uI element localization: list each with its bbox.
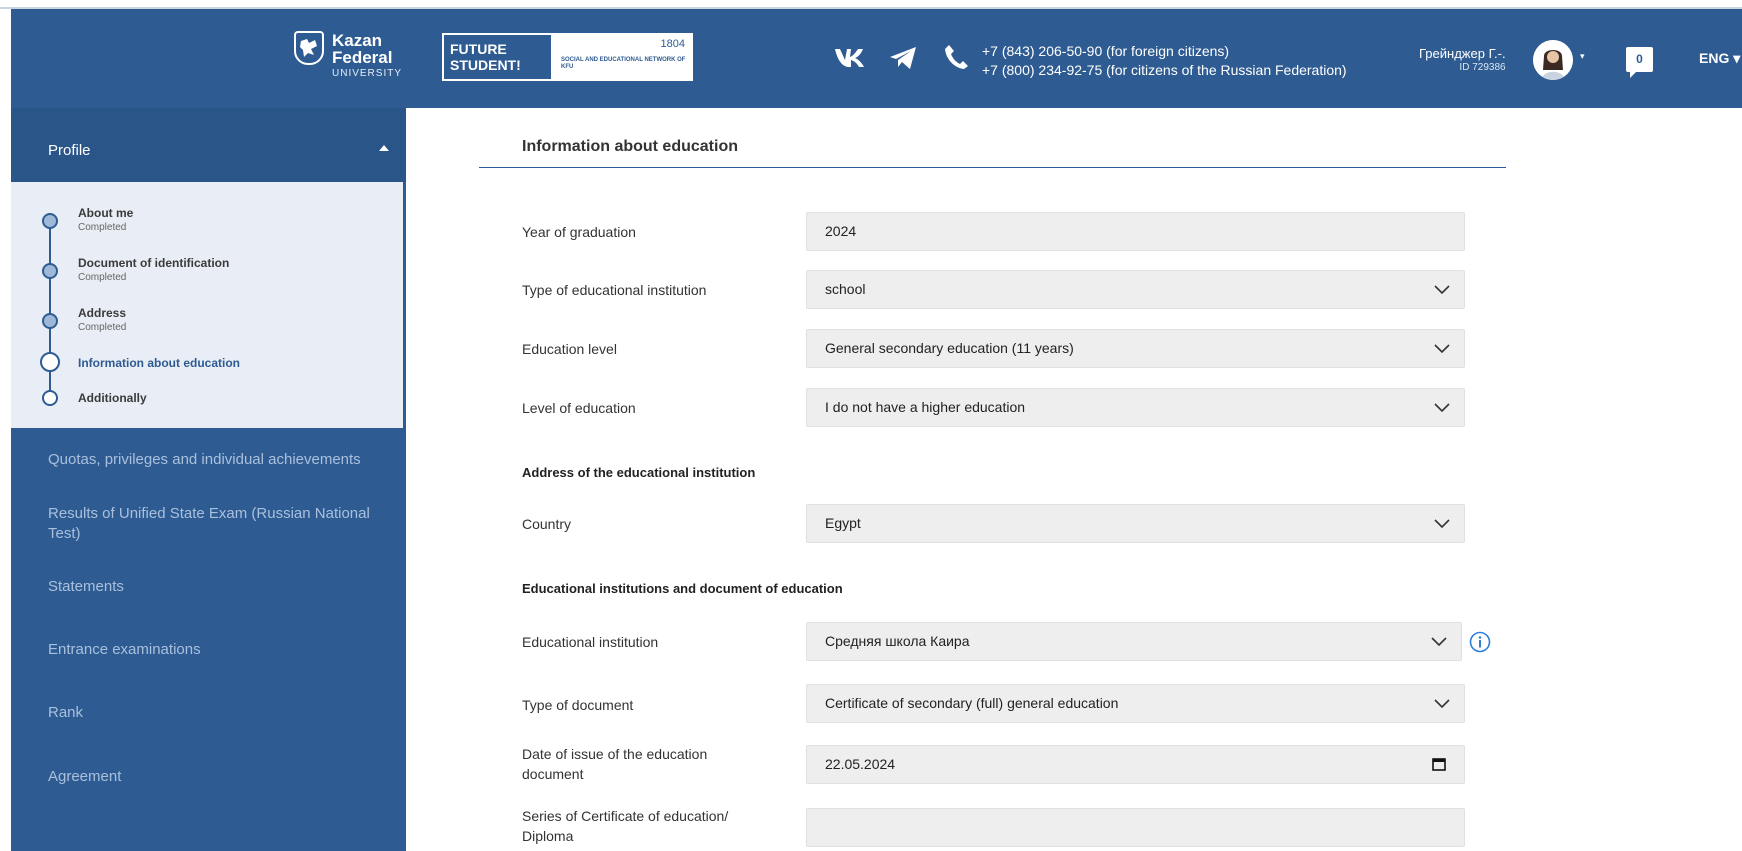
notifications-badge[interactable]: 0 xyxy=(1626,47,1653,78)
kfu-emblem-icon xyxy=(294,31,324,65)
field-value: Certificate of secondary (full) general … xyxy=(825,695,1119,711)
future-network-text: SOCIAL AND EDUCATIONAL NETWORK OF KFU xyxy=(561,57,686,70)
label-type-of-institution: Type of educational institution xyxy=(522,282,707,298)
field-value: Egypt xyxy=(825,515,861,531)
step-done-icon xyxy=(42,263,58,279)
type-of-institution-select[interactable]: school xyxy=(806,270,1465,309)
chevron-down-icon xyxy=(1434,344,1450,354)
chevron-down-icon xyxy=(1434,699,1450,709)
logo-text-university: UNIVERSITY xyxy=(332,68,403,79)
subhead-institutions: Educational institutions and document of… xyxy=(522,581,843,596)
step-pending-icon xyxy=(42,390,58,406)
field-value: I do not have a higher education xyxy=(825,399,1026,415)
step-done-icon xyxy=(42,313,58,329)
user-info[interactable]: Грейнджер Г.-. ID 729386 xyxy=(1419,46,1506,75)
telegram-icon[interactable] xyxy=(888,46,920,70)
phone-foreign[interactable]: +7 (843) 206-50-90 (for foreign citizens… xyxy=(982,42,1347,61)
chevron-down-icon xyxy=(1434,285,1450,295)
sidebar-item-profile[interactable]: Profile xyxy=(11,108,406,182)
future-line-2: STUDENT! xyxy=(450,57,521,73)
label-country: Country xyxy=(522,516,572,532)
sidebar-item-agreement[interactable]: Agreement xyxy=(48,767,388,787)
future-line-1: FUTURE xyxy=(450,41,507,57)
level-of-education-select[interactable]: I do not have a higher education xyxy=(806,388,1465,427)
field-value: Средняя школа Каира xyxy=(825,633,970,649)
left-gutter xyxy=(0,9,11,851)
vk-icon[interactable] xyxy=(834,46,866,70)
language-label: ENG xyxy=(1699,50,1730,66)
kfu-logo[interactable]: Kazan Federal UNIVERSITY xyxy=(294,23,404,81)
sidebar-item-quotas[interactable]: Quotas, privileges and individual achiev… xyxy=(48,450,388,470)
sidebar-item-rank[interactable]: Rank xyxy=(48,703,388,723)
step-status: Completed xyxy=(78,272,127,283)
step-done-icon xyxy=(42,213,58,229)
label-date-of-issue: Date of issue of the education document xyxy=(522,746,708,782)
future-student-banner[interactable]: FUTURE STUDENT! 1804 SOCIAL AND EDUCATION… xyxy=(442,33,693,81)
label-education-level: Education level xyxy=(522,341,617,357)
field-value: school xyxy=(825,281,866,297)
label-type-of-document: Type of document xyxy=(522,697,634,713)
chevron-down-icon xyxy=(1434,403,1450,413)
contact-phones: +7 (843) 206-50-90 (for foreign citizens… xyxy=(982,42,1347,80)
step-title: Information about education xyxy=(78,356,240,370)
logo-text-federal: Federal xyxy=(332,48,393,67)
profile-steps: About me Completed Document of identific… xyxy=(11,182,403,428)
user-menu-caret-icon[interactable]: ▾ xyxy=(1580,52,1585,62)
step-status: Completed xyxy=(78,222,127,233)
phone-icon[interactable] xyxy=(944,44,976,69)
title-divider xyxy=(479,167,1506,168)
field-value: 22.05.2024 xyxy=(825,756,896,772)
logo-text-kazan: Kazan xyxy=(332,31,383,50)
page-title: Information about education xyxy=(522,138,738,155)
main-content: Information about education Year of grad… xyxy=(406,108,1742,851)
series-input[interactable] xyxy=(806,808,1465,847)
label-level-of-education: Level of education xyxy=(522,400,636,416)
sidebar-item-statements[interactable]: Statements xyxy=(48,577,388,597)
calendar-icon[interactable] xyxy=(1432,757,1446,771)
step-status: Completed xyxy=(78,322,127,333)
language-selector[interactable]: ENG ▾ xyxy=(1699,50,1740,67)
sidebar: Profile About me Completed Document of i… xyxy=(11,108,406,851)
future-student-title: FUTURE STUDENT! xyxy=(444,35,551,79)
top-border xyxy=(0,0,1742,9)
field-value: General secondary education (11 years) xyxy=(825,340,1074,356)
caret-up-icon xyxy=(379,145,389,151)
education-level-select[interactable]: General secondary education (11 years) xyxy=(806,329,1465,368)
chevron-down-icon xyxy=(1434,519,1450,529)
label-educational-institution: Educational institution xyxy=(522,634,659,650)
avatar[interactable] xyxy=(1533,40,1573,80)
label-series: Series of Certificate of education/ Dipl… xyxy=(522,808,729,844)
country-select[interactable]: Egypt xyxy=(806,504,1465,543)
sidebar-item-entrance-exams[interactable]: Entrance examinations xyxy=(48,640,388,660)
date-of-issue-input[interactable]: 22.05.2024 xyxy=(806,745,1465,784)
step-current-icon xyxy=(40,352,60,372)
step-title: Document of identification xyxy=(78,256,230,270)
info-icon[interactable] xyxy=(1469,631,1491,653)
field-value: 2024 xyxy=(825,223,857,239)
user-name: Грейнджер Г.-. xyxy=(1419,46,1506,61)
step-title: About me xyxy=(78,206,134,220)
educational-institution-select[interactable]: Средняя школа Каира xyxy=(806,622,1462,661)
step-title: Additionally xyxy=(78,391,147,405)
year-of-graduation-input[interactable]: 2024 xyxy=(806,212,1465,251)
sidebar-item-exam-results[interactable]: Results of Unified State Exam (Russian N… xyxy=(48,504,388,544)
sidebar-profile-label: Profile xyxy=(48,142,91,159)
subhead-address: Address of the educational institution xyxy=(522,465,756,480)
user-id: ID 729386 xyxy=(1459,62,1506,73)
step-title: Address xyxy=(78,306,127,320)
label-year-of-graduation: Year of graduation xyxy=(522,224,636,240)
phone-russia[interactable]: +7 (800) 234-92-75 (for citizens of the … xyxy=(982,61,1347,80)
future-year: 1804 xyxy=(660,38,685,50)
type-of-document-select[interactable]: Certificate of secondary (full) general … xyxy=(806,684,1465,723)
chevron-down-icon xyxy=(1431,637,1447,647)
